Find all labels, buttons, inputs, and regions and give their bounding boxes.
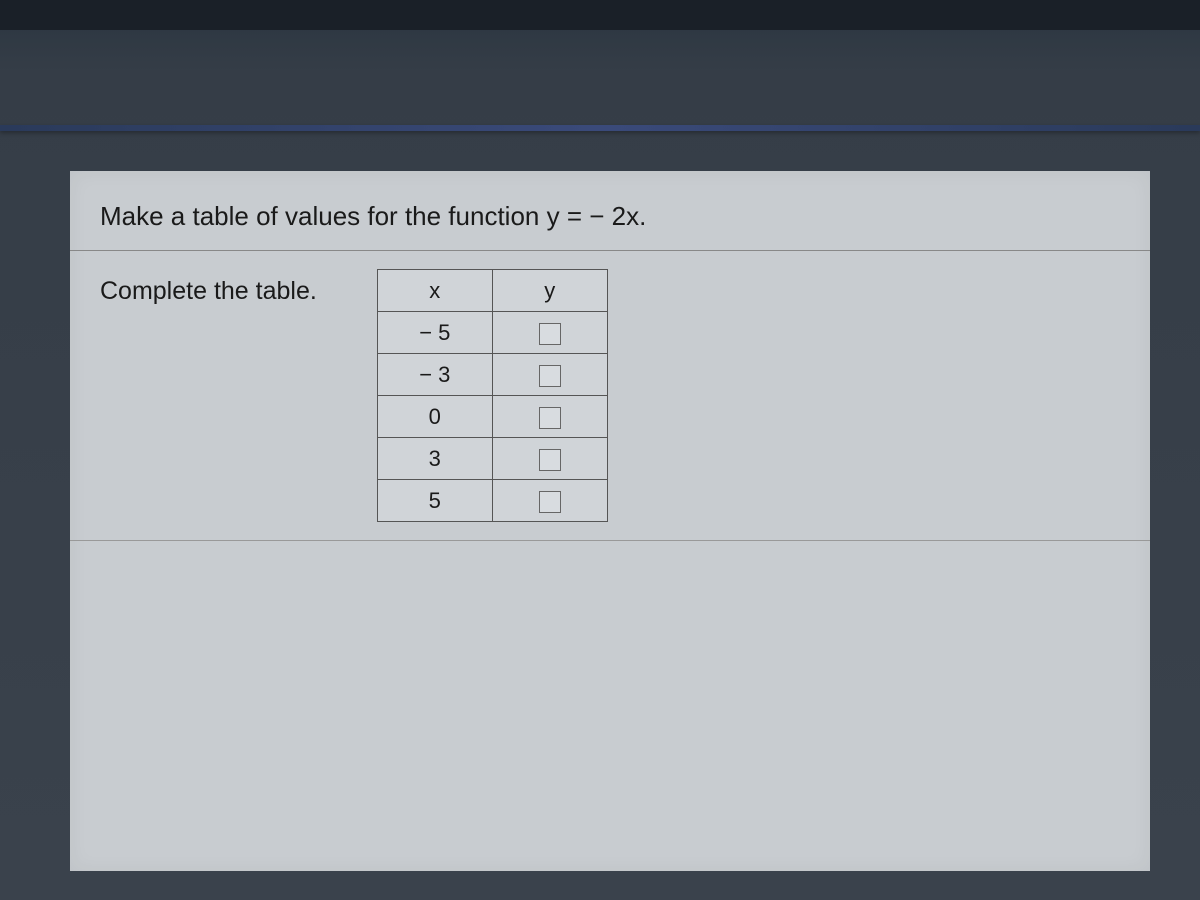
- answer-input[interactable]: [539, 323, 561, 345]
- question-text: Make a table of values for the function …: [70, 171, 1150, 251]
- x-value: 0: [377, 396, 492, 438]
- window-top-bar: [0, 0, 1200, 30]
- header-y: y: [492, 270, 607, 312]
- table-row: 0: [377, 396, 607, 438]
- y-input-cell: [492, 396, 607, 438]
- instruction-text: Complete the table.: [100, 269, 317, 306]
- y-input-cell: [492, 480, 607, 522]
- answer-input[interactable]: [539, 491, 561, 513]
- header-divider: [0, 125, 1200, 131]
- table-row: 3: [377, 438, 607, 480]
- x-value: 5: [377, 480, 492, 522]
- answer-input[interactable]: [539, 407, 561, 429]
- x-value: − 5: [377, 312, 492, 354]
- answer-input[interactable]: [539, 449, 561, 471]
- y-input-cell: [492, 354, 607, 396]
- values-table: x y − 5 − 3 0 3: [377, 269, 608, 522]
- answer-input[interactable]: [539, 365, 561, 387]
- table-section: Complete the table. x y − 5 − 3 0: [70, 251, 1150, 541]
- x-value: − 3: [377, 354, 492, 396]
- table-header-row: x y: [377, 270, 607, 312]
- y-input-cell: [492, 312, 607, 354]
- table-row: − 5: [377, 312, 607, 354]
- question-panel: Make a table of values for the function …: [70, 171, 1150, 871]
- x-value: 3: [377, 438, 492, 480]
- table-row: 5: [377, 480, 607, 522]
- header-x: x: [377, 270, 492, 312]
- y-input-cell: [492, 438, 607, 480]
- table-row: − 3: [377, 354, 607, 396]
